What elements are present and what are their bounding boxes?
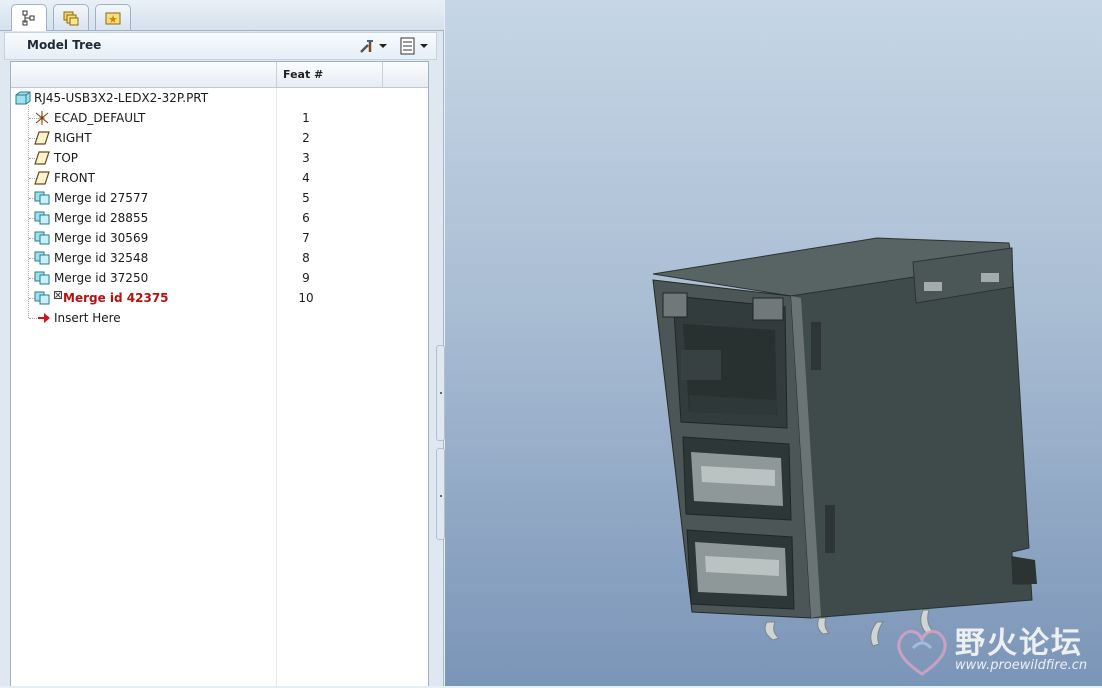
tree-item-label: FRONT	[54, 171, 95, 185]
tree-item-insert-here[interactable]: Insert Here	[11, 308, 428, 328]
feat-number-column-header[interactable]: Feat #	[283, 68, 323, 81]
tools-settings-icon	[360, 40, 373, 53]
model-tree-tab[interactable]	[11, 4, 47, 31]
heart-logo-icon	[897, 630, 947, 676]
column-separator[interactable]	[382, 62, 383, 87]
failed-feature-icon	[54, 291, 62, 299]
tree-item-label-highlighted: Merge id 42375	[63, 291, 169, 305]
tree-item-right[interactable]: RIGHT 2	[11, 128, 428, 148]
insert-arrow-icon	[38, 313, 50, 323]
navigator-tab-strip	[0, 0, 444, 31]
merge-feature-icon	[34, 291, 50, 305]
column-separator[interactable]	[276, 62, 277, 87]
feat-number: 10	[298, 291, 314, 305]
merge-feature-icon	[34, 271, 50, 285]
tree-item-label: TOP	[54, 151, 79, 165]
model-tree-title: Model Tree	[27, 38, 102, 52]
part-icon	[15, 91, 31, 105]
tree-item-merge-30569[interactable]: Merge id 30569 7	[11, 228, 428, 248]
merge-feature-icon	[34, 211, 50, 225]
datum-plane-icon	[34, 151, 50, 165]
merge-feature-icon	[34, 191, 50, 205]
tree-item-label: RIGHT	[54, 131, 92, 145]
datum-plane-icon	[34, 131, 50, 145]
layers-folders-icon	[63, 11, 79, 25]
tree-item-label: Merge id 30569	[54, 231, 149, 245]
connector-3d-model	[652, 237, 1037, 647]
graphics-viewport[interactable]	[445, 0, 1102, 686]
folder-browser-tab[interactable]	[53, 4, 89, 30]
tree-item-merge-42375[interactable]: Merge id 42375 10	[11, 288, 428, 308]
tree-item-merge-27577[interactable]: Merge id 27577 5	[11, 188, 428, 208]
grip-dot	[440, 495, 442, 497]
star-folder-icon	[105, 12, 121, 24]
feat-number: 5	[302, 191, 310, 205]
favorites-tab[interactable]	[95, 4, 131, 30]
watermark-url: www.proewildfire.cn	[955, 658, 1088, 673]
tree-item-label: Merge id 27577	[54, 191, 149, 205]
feat-number: 6	[302, 211, 310, 225]
show-dropdown-button[interactable]	[399, 36, 428, 56]
show-list-icon	[400, 37, 415, 55]
panel-splitter-handle[interactable]	[436, 448, 445, 540]
merge-feature-icon	[34, 251, 50, 265]
feat-number: 3	[302, 151, 310, 165]
tree-item-label: Merge id 37250	[54, 271, 149, 285]
tree-hierarchy-icon	[22, 10, 35, 26]
tree-item-label: Merge id 32548	[54, 251, 149, 265]
feat-number: 2	[302, 131, 310, 145]
watermark-logo: 野火论坛 www.proewildfire.cn	[893, 618, 1099, 682]
grip-dot	[440, 392, 442, 394]
chevron-down-icon	[420, 44, 428, 48]
tree-item-top[interactable]: TOP 3	[11, 148, 428, 168]
tree-item-merge-32548[interactable]: Merge id 32548 8	[11, 248, 428, 268]
chevron-down-icon	[379, 44, 387, 48]
tree-root-row[interactable]: RJ45-USB3X2-LEDX2-32P.PRT	[11, 88, 428, 108]
tree-item-label: ECAD_DEFAULT	[54, 111, 146, 125]
tree-item-label: Insert Here	[54, 311, 121, 325]
watermark-text: 野火论坛	[955, 626, 1083, 661]
tree-item-front[interactable]: FRONT 4	[11, 168, 428, 188]
navigator-panel: Model Tree Feat # RJ45-USB3X2-LEDX2-32P.…	[0, 0, 444, 688]
feat-number: 7	[302, 231, 310, 245]
model-tree-header: Feat #	[11, 62, 428, 88]
model-tree: Feat # RJ45-USB3X2-LEDX2-32P.PRT ECAD_DE…	[10, 61, 429, 688]
datum-plane-icon	[34, 171, 50, 185]
feat-number: 9	[302, 271, 310, 285]
feat-number: 8	[302, 251, 310, 265]
tree-root-label: RJ45-USB3X2-LEDX2-32P.PRT	[34, 91, 209, 105]
feat-number: 1	[302, 111, 310, 125]
settings-dropdown-button[interactable]	[358, 36, 387, 56]
model-tree-toolbar: Model Tree	[4, 32, 437, 60]
tree-item-merge-37250[interactable]: Merge id 37250 9	[11, 268, 428, 288]
panel-splitter-handle[interactable]	[436, 345, 445, 441]
tree-item-merge-28855[interactable]: Merge id 28855 6	[11, 208, 428, 228]
feat-number: 4	[302, 171, 310, 185]
tree-item-ecad-default[interactable]: ECAD_DEFAULT 1	[11, 108, 428, 128]
merge-feature-icon	[34, 231, 50, 245]
tree-item-label: Merge id 28855	[54, 211, 149, 225]
coordinate-system-icon	[35, 111, 49, 125]
